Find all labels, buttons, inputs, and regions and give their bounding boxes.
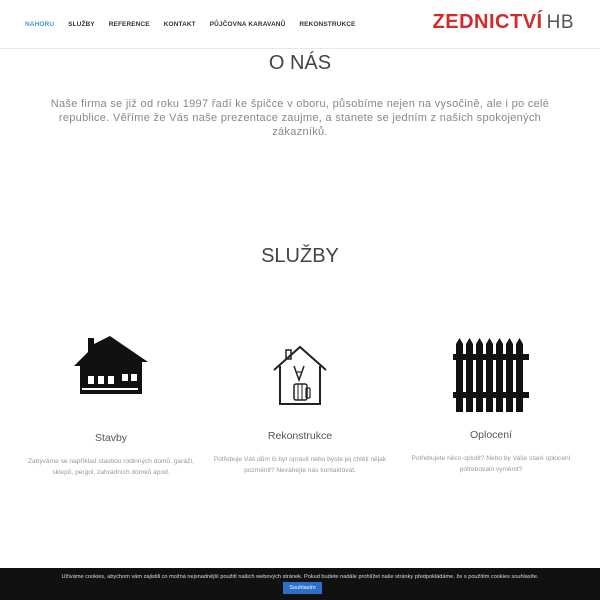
service-name-rekonstrukce: Rekonstrukce	[267, 430, 333, 442]
house-icon	[74, 336, 148, 394]
nav-item-nahoru[interactable]: NAHORU	[18, 21, 61, 28]
house-renovation-icon	[273, 345, 327, 405]
service-name-oploceni: Oplocení	[469, 429, 513, 441]
service-card-rekonstrukce: Rekonstrukce Potřebuje Váš dům či byt op…	[210, 344, 390, 476]
service-desc-stavby: Zabýváme se například stavbou rodinných …	[27, 458, 195, 476]
nav-item-reference[interactable]: REFERENCE	[102, 21, 157, 28]
about-title: O NÁS	[268, 52, 332, 74]
logo[interactable]: ZEDNICTVÍ HB	[433, 11, 574, 34]
services-title: SLUŽBY	[261, 245, 339, 267]
navbar: NAHORU SLUŽBY REFERENCE KONTAKT PŮJČOVNA…	[0, 0, 600, 49]
service-name-stavby: Stavby	[94, 432, 128, 444]
nav-item-pujcovna-karavanu[interactable]: PŮJČOVNA KARAVANŮ	[203, 21, 293, 28]
cookie-text: Užíváme cookies, abychom vám zajistili c…	[61, 574, 539, 580]
fence-icon	[453, 338, 529, 412]
logo-main-text: ZEDNICTVÍ	[432, 11, 543, 33]
nav-item-kontakt[interactable]: KONTAKT	[157, 21, 203, 28]
nav-item-rekonstrukce[interactable]: REKONSTRUKCE	[292, 21, 362, 28]
service-desc-rekonstrukce: Potřebuje Váš dům či byt opravit nebo by…	[213, 456, 387, 474]
service-desc-oploceni: Potřebujete něco oplotit? Nebo by Vaše s…	[411, 455, 571, 473]
main-nav: NAHORU SLUŽBY REFERENCE KONTAKT PŮJČOVNA…	[18, 0, 362, 48]
about-text: Naše firma se již od roku 1997 řadí ke š…	[50, 98, 550, 138]
logo-suffix-text: HB	[546, 12, 574, 33]
nav-item-sluzby[interactable]: SLUŽBY	[61, 21, 102, 28]
cookie-accept-button[interactable]: Souhlasím	[283, 582, 322, 594]
cookie-bar: Užíváme cookies, abychom vám zajistili c…	[0, 568, 600, 600]
service-card-stavby: Stavby Zabýváme se například stavbou rod…	[21, 336, 201, 478]
service-card-oploceni: Oplocení Potřebujete něco oplotit? Nebo …	[401, 336, 581, 475]
